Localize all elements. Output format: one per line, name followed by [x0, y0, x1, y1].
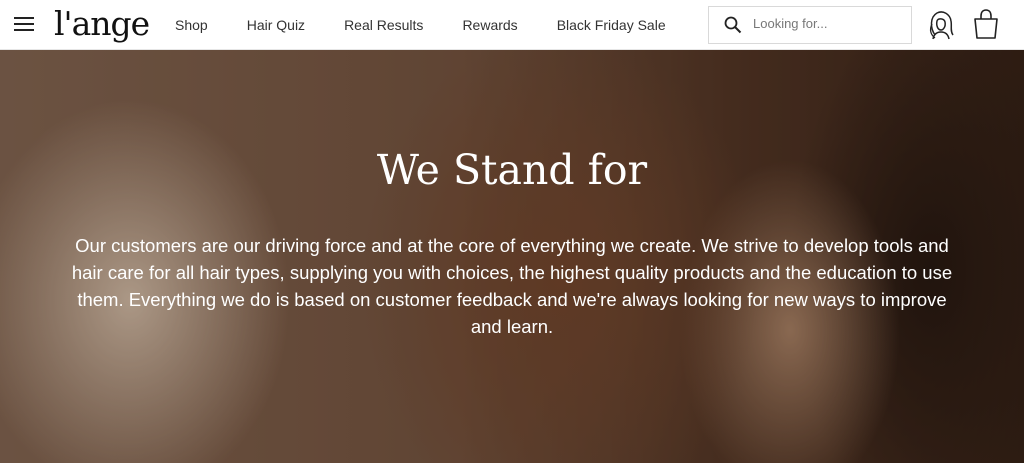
main-nav: Shop Hair Quiz Real Results Rewards Blac… [175, 0, 705, 50]
account-icon[interactable] [924, 8, 958, 42]
search-icon [724, 16, 742, 34]
search-input[interactable] [753, 16, 903, 31]
search-box[interactable] [708, 6, 912, 44]
nav-link-rewards[interactable]: Rewards [462, 17, 517, 33]
logo[interactable]: l'ange [54, 2, 150, 46]
top-nav-bar: l'ange Shop Hair Quiz Real Results Rewar… [0, 0, 1024, 50]
shopping-bag-icon[interactable] [973, 8, 999, 40]
nav-link-hair-quiz[interactable]: Hair Quiz [247, 17, 305, 33]
nav-link-black-friday-sale[interactable]: Black Friday Sale [557, 17, 666, 33]
hamburger-menu-icon[interactable] [14, 15, 34, 33]
nav-link-shop[interactable]: Shop [175, 17, 208, 33]
hero-title: We Stand for [376, 146, 648, 194]
hero-banner-image: We Stand for Our customers are our drivi… [0, 50, 1024, 463]
nav-link-real-results[interactable]: Real Results [344, 17, 423, 33]
hero-description: Our customers are our driving force and … [71, 235, 953, 337]
